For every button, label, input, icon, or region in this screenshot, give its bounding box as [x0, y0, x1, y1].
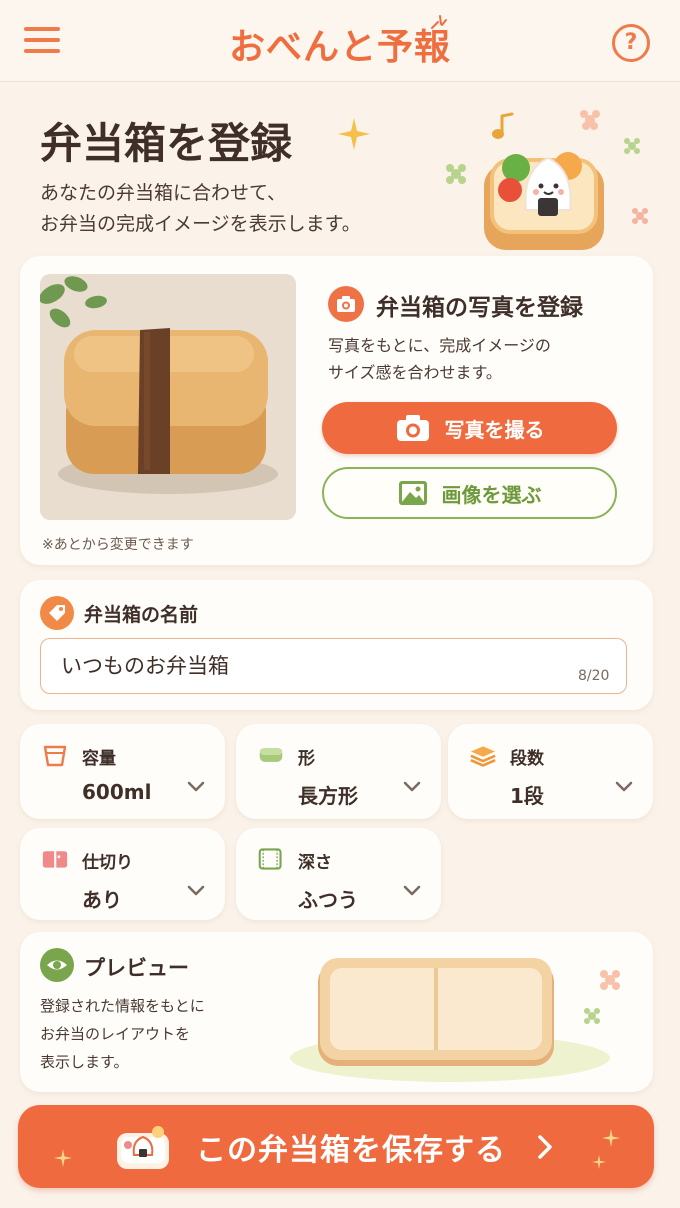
depth-label: 深さ — [298, 853, 332, 873]
chevron-down-icon — [187, 885, 205, 896]
preview-description: 登録された情報をもとに お弁当のレイアウトを 表示します。 — [40, 997, 205, 1071]
layers-icon — [470, 746, 496, 767]
take-photo-button[interactable]: 写真を撮る — [322, 402, 617, 454]
bento-illustration — [446, 110, 648, 250]
sparkle-icon — [338, 118, 370, 150]
camera-icon — [328, 286, 364, 322]
help-button[interactable]: ? — [612, 24, 650, 62]
shape-value: 長方形 — [298, 784, 358, 808]
shape-select[interactable]: 形 長方形 — [236, 724, 441, 819]
take-photo-label: 写真を撮る — [444, 417, 545, 442]
tier-count-label: 段数 — [510, 749, 544, 769]
sparkle-icon — [592, 1155, 606, 1169]
photo-section-heading: 弁当箱の写真を登録 — [376, 295, 583, 321]
preview-card: プレビュー 登録された情報をもとに お弁当のレイアウトを 表示します。 — [20, 932, 653, 1092]
chevron-down-icon — [403, 885, 421, 896]
name-card: 弁当箱の名前 いつものお弁当箱 8/20 — [20, 580, 653, 710]
save-bento-button[interactable]: この弁当箱を保存する — [18, 1105, 654, 1188]
capacity-value: 600ml — [82, 780, 152, 804]
tier-count-value: 1段 — [510, 784, 544, 808]
save-button-label: この弁当箱を保存する — [196, 1133, 506, 1168]
divider-value: あり — [82, 888, 122, 912]
chevron-down-icon — [615, 781, 633, 792]
sparkle-icon — [54, 1149, 72, 1167]
photo-card: ※あとから変更できます 弁当箱の写真を登録 写真をもとに、完成イメージの サイズ… — [20, 256, 653, 565]
sparkle-icon — [431, 15, 447, 29]
bento-name-input[interactable]: いつものお弁当箱 — [40, 638, 627, 694]
divider-icon — [42, 851, 68, 868]
shape-label: 形 — [298, 749, 315, 769]
top-bar: おべんと予報 ? — [0, 0, 680, 82]
capacity-select[interactable]: 容量 600ml — [20, 724, 225, 819]
choose-image-label: 画像を選ぶ — [441, 482, 542, 507]
preview-label: プレビュー — [84, 956, 189, 980]
eye-icon — [40, 948, 74, 982]
depth-select[interactable]: 深さ ふつう — [236, 828, 441, 920]
chevron-right-icon — [538, 1135, 552, 1159]
depth-icon — [258, 848, 282, 870]
page-description: あなたの弁当箱に合わせて、 お弁当の完成イメージを表示します。 — [40, 182, 361, 235]
change-later-note: ※あとから変更できます — [42, 537, 194, 553]
bento-layout-preview — [290, 958, 620, 1082]
image-icon — [398, 481, 427, 505]
character-count: 8/20 — [578, 668, 610, 684]
divider-select[interactable]: 仕切り あり — [20, 828, 225, 920]
camera-icon — [396, 415, 429, 441]
sparkle-icon — [602, 1129, 620, 1147]
shape-icon — [259, 748, 283, 762]
tier-count-select[interactable]: 段数 1段 — [448, 724, 653, 819]
cup-icon — [43, 745, 67, 767]
name-label: 弁当箱の名前 — [84, 604, 199, 626]
chevron-down-icon — [403, 781, 421, 792]
capacity-label: 容量 — [82, 749, 116, 769]
chevron-down-icon — [187, 781, 205, 792]
tag-icon — [40, 596, 74, 630]
choose-image-button[interactable]: 画像を選ぶ — [322, 467, 617, 519]
photo-section-description: 写真をもとに、完成イメージの サイズ感を合わせます。 — [328, 336, 551, 382]
app-title: おべんと予報 — [228, 27, 451, 68]
bento-box-icon — [117, 1126, 169, 1169]
bento-box-photo — [40, 274, 296, 520]
divider-label: 仕切り — [82, 853, 133, 873]
depth-value: ふつう — [298, 888, 358, 912]
page-title: 弁当箱を登録 — [40, 119, 293, 168]
